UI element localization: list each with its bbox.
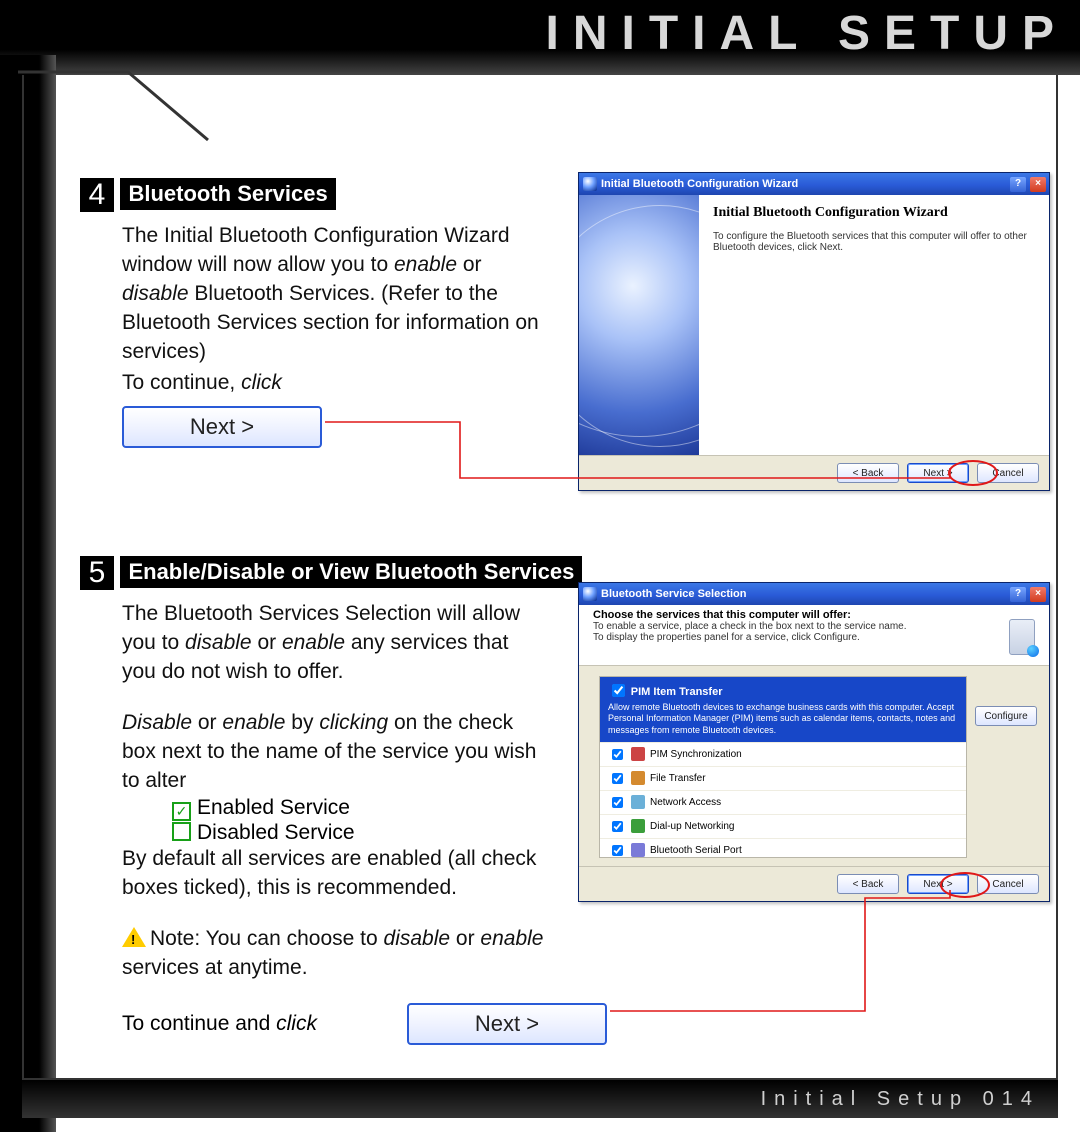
wizard-heading: Initial Bluetooth Configuration Wizard	[713, 205, 1035, 221]
service-icon	[631, 771, 645, 785]
titlebar: Initial Bluetooth Configuration Wizard ?…	[579, 173, 1049, 195]
next-button[interactable]: Next >	[907, 874, 969, 894]
service-checkbox[interactable]	[612, 797, 623, 808]
close-button[interactable]: ×	[1030, 177, 1046, 192]
wizard-desc: To configure the Bluetooth services that…	[713, 231, 1035, 253]
wizard-window-services: Bluetooth Service Selection ? × Choose t…	[578, 582, 1050, 902]
next-button[interactable]: Next >	[907, 463, 969, 483]
app-icon	[583, 177, 597, 191]
step4-paragraph-2: To continue, click	[122, 369, 542, 398]
wizard2-head-l2: To display the properties panel for a se…	[593, 632, 860, 643]
step5-paragraph-2: Disable or enable by clicking on the che…	[122, 709, 542, 796]
corner-slash	[58, 52, 208, 140]
warning-icon	[122, 927, 146, 947]
wizard2-head-l1: To enable a service, place a check in th…	[593, 621, 907, 632]
step5-paragraph-4: To continue and click	[122, 1012, 317, 1036]
service-icon	[631, 747, 645, 761]
step-number: 5	[80, 556, 114, 590]
step5-paragraph-3: By default all services are enabled (all…	[122, 845, 542, 903]
cancel-button[interactable]: Cancel	[977, 874, 1039, 894]
help-button[interactable]: ?	[1010, 177, 1026, 192]
page-title: Initial Setup	[546, 6, 1068, 61]
service-checkbox[interactable]	[612, 684, 625, 697]
service-icon	[631, 819, 645, 833]
step5-note: Note: You can choose to disable or enabl…	[122, 925, 562, 983]
service-row[interactable]: File Transfer	[600, 766, 966, 790]
service-row[interactable]: Network Access	[600, 790, 966, 814]
figure-3-4: Initial Bluetooth Configuration Wizard ?…	[578, 172, 858, 200]
selected-service-desc: Allow remote Bluetooth devices to exchan…	[608, 702, 958, 736]
wizard-window-config: Initial Bluetooth Configuration Wizard ?…	[578, 172, 1050, 491]
wizard2-head-bold: Choose the services that this computer w…	[593, 609, 851, 621]
figure-3-5: Bluetooth Service Selection ? × Choose t…	[578, 582, 911, 610]
cancel-button[interactable]: Cancel	[977, 463, 1039, 483]
app-icon	[583, 587, 597, 601]
service-icon	[631, 843, 645, 857]
checkbox-checked-icon	[172, 802, 191, 821]
globe-graphic	[579, 195, 699, 455]
service-row[interactable]: Dial-up Networking	[600, 814, 966, 838]
titlebar: Bluetooth Service Selection ? ×	[579, 583, 1049, 605]
service-list: PIM Item Transfer Allow remote Bluetooth…	[599, 676, 967, 858]
service-checkbox[interactable]	[612, 845, 623, 856]
pda-bluetooth-icon	[1005, 609, 1039, 665]
service-icon	[631, 795, 645, 809]
service-checkbox[interactable]	[612, 821, 623, 832]
service-row[interactable]: Bluetooth Serial Port	[600, 838, 966, 858]
footer: Initial Setup 014	[22, 1080, 1058, 1118]
service-checkbox[interactable]	[612, 773, 623, 784]
step4-paragraph-1: The Initial Bluetooth Configuration Wiza…	[122, 222, 542, 367]
next-button[interactable]: Next >	[407, 1003, 607, 1045]
step-title: Enable/Disable or View Bluetooth Service…	[120, 556, 582, 588]
checkbox-unchecked-icon	[172, 822, 191, 841]
step-number: 4	[80, 178, 114, 212]
next-button[interactable]: Next >	[122, 406, 322, 448]
close-button[interactable]: ×	[1030, 587, 1046, 602]
service-checkbox[interactable]	[612, 749, 623, 760]
window-title: Bluetooth Service Selection	[601, 588, 746, 600]
window-title: Initial Bluetooth Configuration Wizard	[601, 178, 798, 190]
back-button[interactable]: < Back	[837, 463, 899, 483]
left-rail	[0, 55, 56, 1132]
configure-button[interactable]: Configure	[975, 706, 1037, 726]
service-row[interactable]: PIM Synchronization	[600, 742, 966, 766]
selected-service[interactable]: PIM Item Transfer Allow remote Bluetooth…	[600, 677, 966, 742]
help-button[interactable]: ?	[1010, 587, 1026, 602]
step-title: Bluetooth Services	[120, 178, 335, 210]
step5-paragraph-1: The Bluetooth Services Selection will al…	[122, 600, 542, 687]
back-button[interactable]: < Back	[837, 874, 899, 894]
